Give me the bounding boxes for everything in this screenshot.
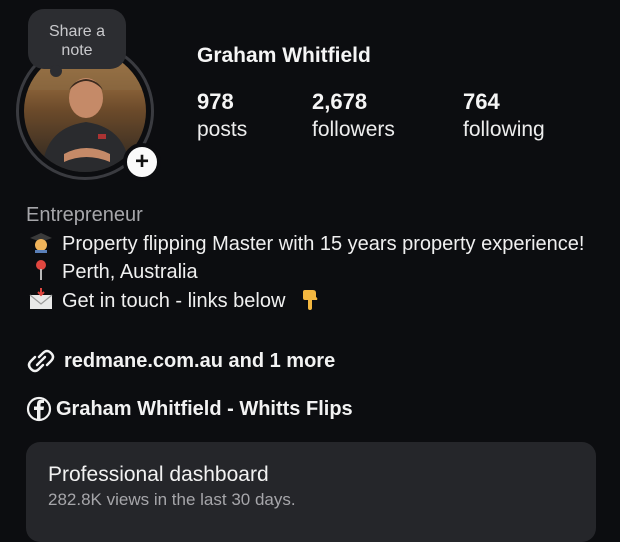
professional-dashboard[interactable]: Professional dashboard 282.8K views in t… [26,442,596,542]
facebook-link-text: Graham Whitfield - Whitts Flips [56,397,353,420]
note-bubble-tail [50,65,62,77]
stat-following-value: 764 [463,89,500,114]
facebook-icon [26,396,52,422]
bio-line-3-text: Get in touch - links below [62,289,286,312]
pointing-down-emoji [303,289,318,310]
bio: Entrepreneur Property flipping Master wi… [26,201,606,315]
link-icon [27,349,55,373]
stat-following-label: following [463,118,545,141]
stat-posts[interactable]: 978 posts [197,88,247,144]
external-link-text: redmane.com.au and 1 more [64,349,336,372]
graduate-emoji [30,232,52,253]
envelope-emoji [29,287,53,309]
stat-posts-label: posts [197,118,248,141]
stat-followers-value: 2,678 [312,89,368,114]
bio-line-2-text: Perth, Australia [62,261,198,283]
profile-name: Graham Whitfield [197,44,371,67]
stat-posts-value: 978 [197,89,234,114]
bio-line-3: Get in touch - links below [26,287,606,316]
bio-line-2: Perth, Australia [26,258,606,287]
facebook-link[interactable]: Graham Whitfield - Whitts Flips [26,396,353,422]
external-link[interactable]: redmane.com.au and 1 more [26,348,335,374]
bio-category: Entrepreneur [26,204,143,226]
bio-line-1-text: Property flipping Master with 15 years p… [62,232,585,255]
dashboard-title: Professional dashboard [48,463,269,486]
plus-icon: + [134,148,149,175]
stat-following[interactable]: 764 following [463,88,545,144]
pin-emoji [36,260,46,280]
dashboard-subtitle: 282.8K views in the last 30 days. [48,490,296,509]
stat-followers-label: followers [312,118,395,141]
share-note-bubble[interactable]: Share a note [28,9,126,77]
stat-followers[interactable]: 2,678 followers [312,88,395,144]
share-note-label: Share a note [48,23,106,59]
bio-line-1: Property flipping Master with 15 years p… [26,230,606,259]
add-story-button[interactable]: + [123,143,161,181]
